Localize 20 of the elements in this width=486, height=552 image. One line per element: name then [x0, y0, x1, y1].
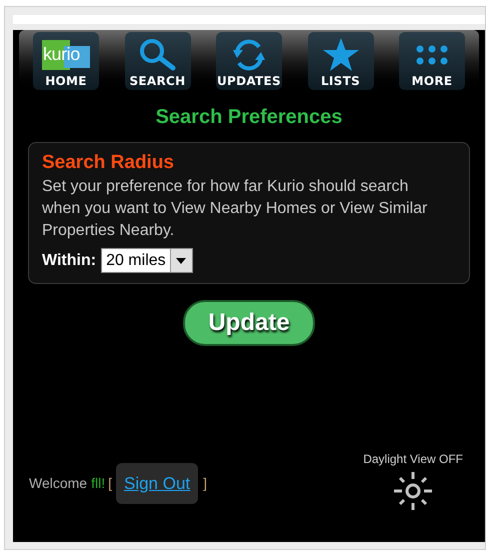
- star-icon: [322, 37, 360, 73]
- section-heading: Search Radius: [42, 151, 175, 175]
- description-text: Set your preference for how far Kurio should search when you want to View Nearby Homes or View Similar Properties Nearby.: [42, 177, 428, 241]
- welcome-text: Welcome: [29, 474, 88, 493]
- bracket-text: ]: [203, 474, 208, 493]
- refresh-icon: [231, 38, 267, 72]
- grid-icon: [415, 44, 449, 66]
- select-field[interactable]: 20 miles: [101, 248, 193, 273]
- nav-tab[interactable]: LISTS: [308, 32, 374, 90]
- field-label: Within:: [42, 250, 96, 270]
- sun-icon[interactable]: [392, 470, 434, 512]
- daylight-label: Daylight View OFF: [363, 451, 463, 468]
- nav-tab[interactable]: MORE: [399, 32, 465, 90]
- sign-out-link[interactable]: Sign Out: [116, 462, 198, 504]
- search-icon: [138, 38, 178, 72]
- bracket-text: [: [108, 474, 112, 493]
- nav-tab[interactable]: SEARCH: [124, 32, 190, 90]
- page-title: Search Preferences: [154, 105, 344, 130]
- user-name: fll!: [91, 474, 106, 493]
- nav-tab[interactable]: UPDATES: [216, 32, 282, 90]
